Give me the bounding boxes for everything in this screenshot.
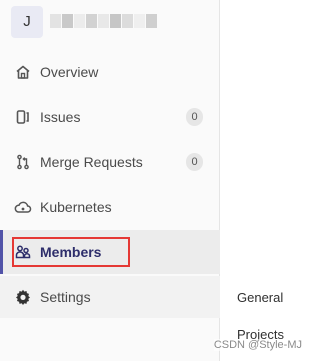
sidebar-item-label: Merge Requests (40, 154, 143, 170)
home-icon (14, 63, 32, 81)
sidebar: J Overview Issues 0 Merge Requests 0 Kub… (0, 0, 220, 361)
sidebar-item-settings[interactable]: Settings (0, 276, 220, 318)
merge-requests-count-badge: 0 (186, 153, 203, 171)
issues-icon (14, 108, 32, 126)
sidebar-item-label: Kubernetes (40, 199, 112, 215)
project-avatar[interactable]: J (11, 6, 43, 38)
flyout-item-general[interactable]: General (237, 290, 283, 305)
sidebar-item-label: Issues (40, 109, 81, 125)
blurred-project-name (50, 14, 165, 30)
issues-count-badge: 0 (186, 108, 203, 126)
project-header[interactable]: J (0, 0, 220, 48)
merge-request-icon (14, 153, 32, 171)
sidebar-item-kubernetes[interactable]: Kubernetes (0, 186, 220, 228)
annotation-highlight-box (12, 237, 130, 267)
sidebar-item-label: Settings (40, 289, 91, 305)
watermark: CSDN @Style-MJ (213, 339, 302, 351)
sidebar-item-label: Overview (40, 64, 99, 80)
sidebar-item-merge-requests[interactable]: Merge Requests 0 (0, 141, 220, 183)
cloud-icon (14, 198, 32, 216)
sidebar-item-members[interactable]: Members (0, 230, 220, 274)
sidebar-item-issues[interactable]: Issues 0 (0, 96, 220, 138)
sidebar-item-overview[interactable]: Overview (0, 51, 220, 93)
active-indicator (0, 230, 3, 274)
gear-icon (14, 288, 32, 306)
